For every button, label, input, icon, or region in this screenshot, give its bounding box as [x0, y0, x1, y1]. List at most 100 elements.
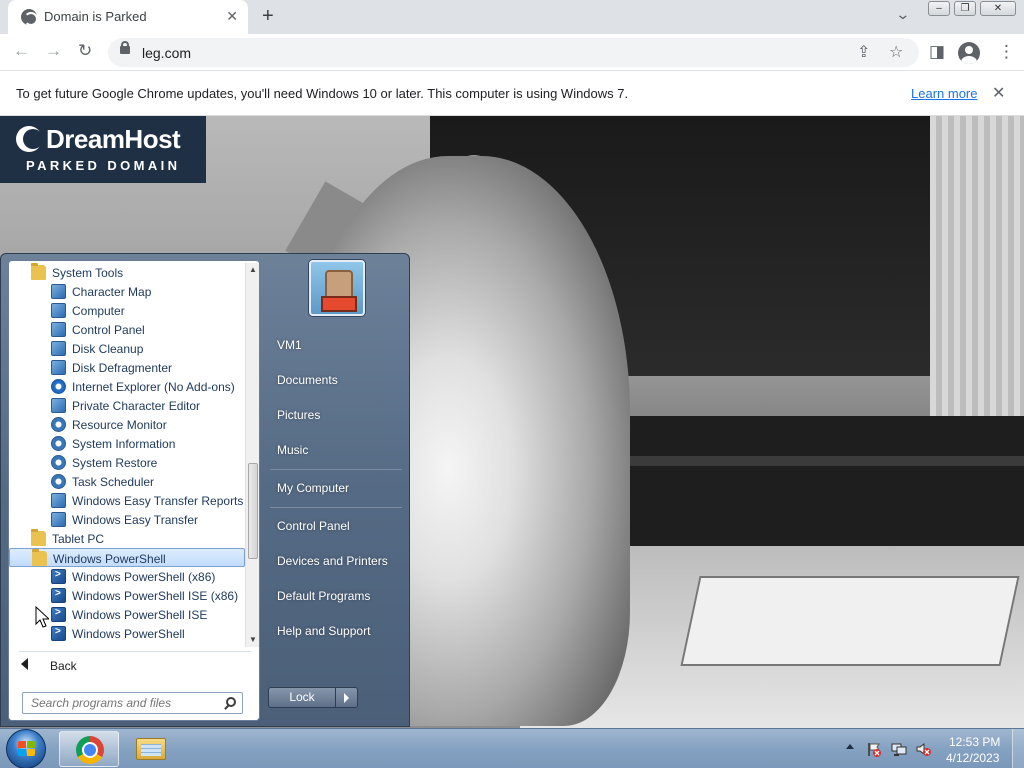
share-icon[interactable]: ⇪	[857, 42, 870, 62]
learn-more-link[interactable]: Learn more	[911, 86, 977, 101]
dreamhost-moon-icon	[16, 126, 43, 152]
program-item[interactable]: Character Map	[9, 282, 245, 301]
logo-subtitle: PARKED DOMAIN	[26, 158, 181, 173]
close-window-button[interactable]: ✕	[980, 1, 1016, 16]
default-programs-link[interactable]: Default Programs	[277, 589, 370, 603]
address-bar[interactable]: leg.com ⇪ ☆	[108, 38, 919, 67]
reload-icon[interactable]: ↻	[78, 41, 92, 61]
programs-pane: System Tools Character Map Computer Control…	[8, 260, 260, 721]
chrome-taskbar-button[interactable]	[59, 731, 119, 767]
start-menu: System Tools Character Map Computer Control…	[0, 253, 410, 727]
menu-kebab-icon[interactable]: ⋮	[998, 42, 1015, 62]
documents-link[interactable]: Documents	[277, 373, 338, 387]
program-label: Windows Easy Transfer Reports	[72, 494, 244, 508]
new-tab-icon[interactable]: +	[262, 5, 274, 28]
program-item[interactable]: Resource Monitor	[9, 415, 245, 434]
url-text[interactable]: leg.com	[142, 45, 191, 61]
easy-transfer-icon	[51, 512, 66, 527]
dreamhost-logo[interactable]: DreamHost PARKED DOMAIN	[0, 116, 206, 183]
lock-icon[interactable]	[120, 41, 130, 54]
browser-tab[interactable]: Domain is Parked ✕	[8, 0, 248, 34]
search-icon[interactable]	[226, 697, 236, 707]
minimize-button[interactable]: –	[928, 1, 950, 16]
program-item[interactable]: System Restore	[9, 453, 245, 472]
scroll-down-arrow-icon[interactable]: ▼	[249, 635, 257, 644]
devices-printers-link[interactable]: Devices and Printers	[277, 554, 388, 568]
program-label: Windows PowerShell ISE (x86)	[72, 589, 239, 603]
program-item[interactable]: System Tools	[9, 263, 245, 282]
search-input[interactable]	[23, 693, 219, 713]
program-item[interactable]: Windows Easy Transfer	[9, 510, 245, 529]
system-information-icon	[51, 436, 66, 451]
program-item[interactable]: Windows PowerShell ISE (x86)	[9, 586, 245, 605]
show-desktop-button[interactable]	[1012, 729, 1024, 768]
scrollbar-thumb[interactable]	[248, 463, 258, 559]
back-arrow-icon[interactable]: ←	[13, 41, 30, 61]
forward-arrow-icon[interactable]: →	[45, 41, 62, 61]
taskbar: 12:53 PM 4/12/2023	[0, 728, 1024, 768]
user-folder-link[interactable]: VM1	[277, 338, 302, 352]
action-center-flag-icon[interactable]	[866, 741, 882, 757]
logo-name: DreamHost	[46, 124, 181, 154]
program-label: Windows PowerShell	[72, 627, 185, 641]
infobar-close-icon[interactable]: ✕	[992, 83, 1005, 103]
bookmark-star-icon[interactable]: ☆	[889, 42, 903, 62]
control-panel-icon	[51, 322, 66, 337]
programs-list: System Tools Character Map Computer Control…	[9, 263, 245, 647]
powershell-ise-icon	[51, 588, 66, 603]
program-item[interactable]: Windows PowerShell	[9, 548, 245, 567]
program-label: Windows PowerShell (x86)	[72, 570, 216, 584]
help-support-link[interactable]: Help and Support	[277, 624, 370, 638]
show-hidden-icons-arrow-icon[interactable]	[846, 744, 854, 749]
program-item[interactable]: Task Scheduler	[9, 472, 245, 491]
program-item[interactable]: Windows Easy Transfer Reports	[9, 491, 245, 510]
program-label: Tablet PC	[52, 532, 105, 546]
program-label: Resource Monitor	[72, 418, 167, 432]
shutdown-options-arrow-icon[interactable]	[336, 687, 358, 708]
program-item[interactable]: Private Character Editor	[9, 396, 245, 415]
program-item[interactable]: Disk Cleanup	[9, 339, 245, 358]
volume-muted-icon[interactable]	[915, 741, 931, 757]
program-item[interactable]: System Information	[9, 434, 245, 453]
clock-time[interactable]: 12:53 PM	[949, 735, 1000, 749]
character-map-icon	[51, 284, 66, 299]
clock-date[interactable]: 4/12/2023	[946, 751, 999, 765]
tab-strip: Domain is Parked ✕ + ⌄ – ❐ ✕	[0, 0, 1024, 34]
start-search-box[interactable]	[22, 692, 243, 714]
back-button[interactable]: Back	[9, 655, 259, 677]
control-panel-link[interactable]: Control Panel	[277, 519, 350, 533]
program-label: Windows PowerShell	[53, 552, 166, 566]
network-icon[interactable]	[891, 741, 907, 757]
music-link[interactable]: Music	[277, 443, 308, 457]
program-item[interactable]: Internet Explorer (No Add-ons)	[9, 377, 245, 396]
program-item[interactable]: Disk Defragmenter	[9, 358, 245, 377]
windows-flag-icon	[18, 741, 36, 757]
program-item[interactable]: Windows PowerShell (x86)	[9, 567, 245, 586]
side-panel-icon[interactable]: ◨	[929, 42, 945, 62]
program-item[interactable]: Control Panel	[9, 320, 245, 339]
resource-monitor-icon	[51, 417, 66, 432]
user-picture[interactable]	[309, 260, 365, 316]
pictures-link[interactable]: Pictures	[277, 408, 320, 422]
infobar-message: To get future Google Chrome updates, you…	[16, 86, 629, 101]
start-button[interactable]	[6, 729, 46, 768]
tab-close-icon[interactable]: ✕	[226, 8, 238, 25]
program-item[interactable]: Tablet PC	[9, 529, 245, 548]
background-photo-book	[680, 576, 1020, 666]
program-label: Task Scheduler	[72, 475, 155, 489]
tab-search-chevron-icon[interactable]: ⌄	[895, 6, 910, 23]
scroll-up-arrow-icon[interactable]: ▲	[249, 265, 257, 274]
powershell-icon	[51, 626, 66, 641]
program-label: System Information	[72, 437, 176, 451]
powershell-ise-icon	[51, 607, 66, 622]
restore-button[interactable]: ❐	[954, 1, 976, 16]
program-label: System Restore	[72, 456, 158, 470]
programs-scrollbar[interactable]: ▲ ▼	[245, 263, 259, 647]
my-computer-link[interactable]: My Computer	[277, 481, 349, 495]
profile-avatar-icon[interactable]	[958, 42, 980, 64]
lock-button[interactable]: Lock	[268, 687, 336, 708]
explorer-taskbar-button[interactable]	[121, 731, 181, 767]
program-item[interactable]: Computer	[9, 301, 245, 320]
browser-toolbar: ← → ↻ leg.com ⇪ ☆ ◨ ⋮	[0, 34, 1024, 71]
back-label: Back	[50, 659, 77, 673]
